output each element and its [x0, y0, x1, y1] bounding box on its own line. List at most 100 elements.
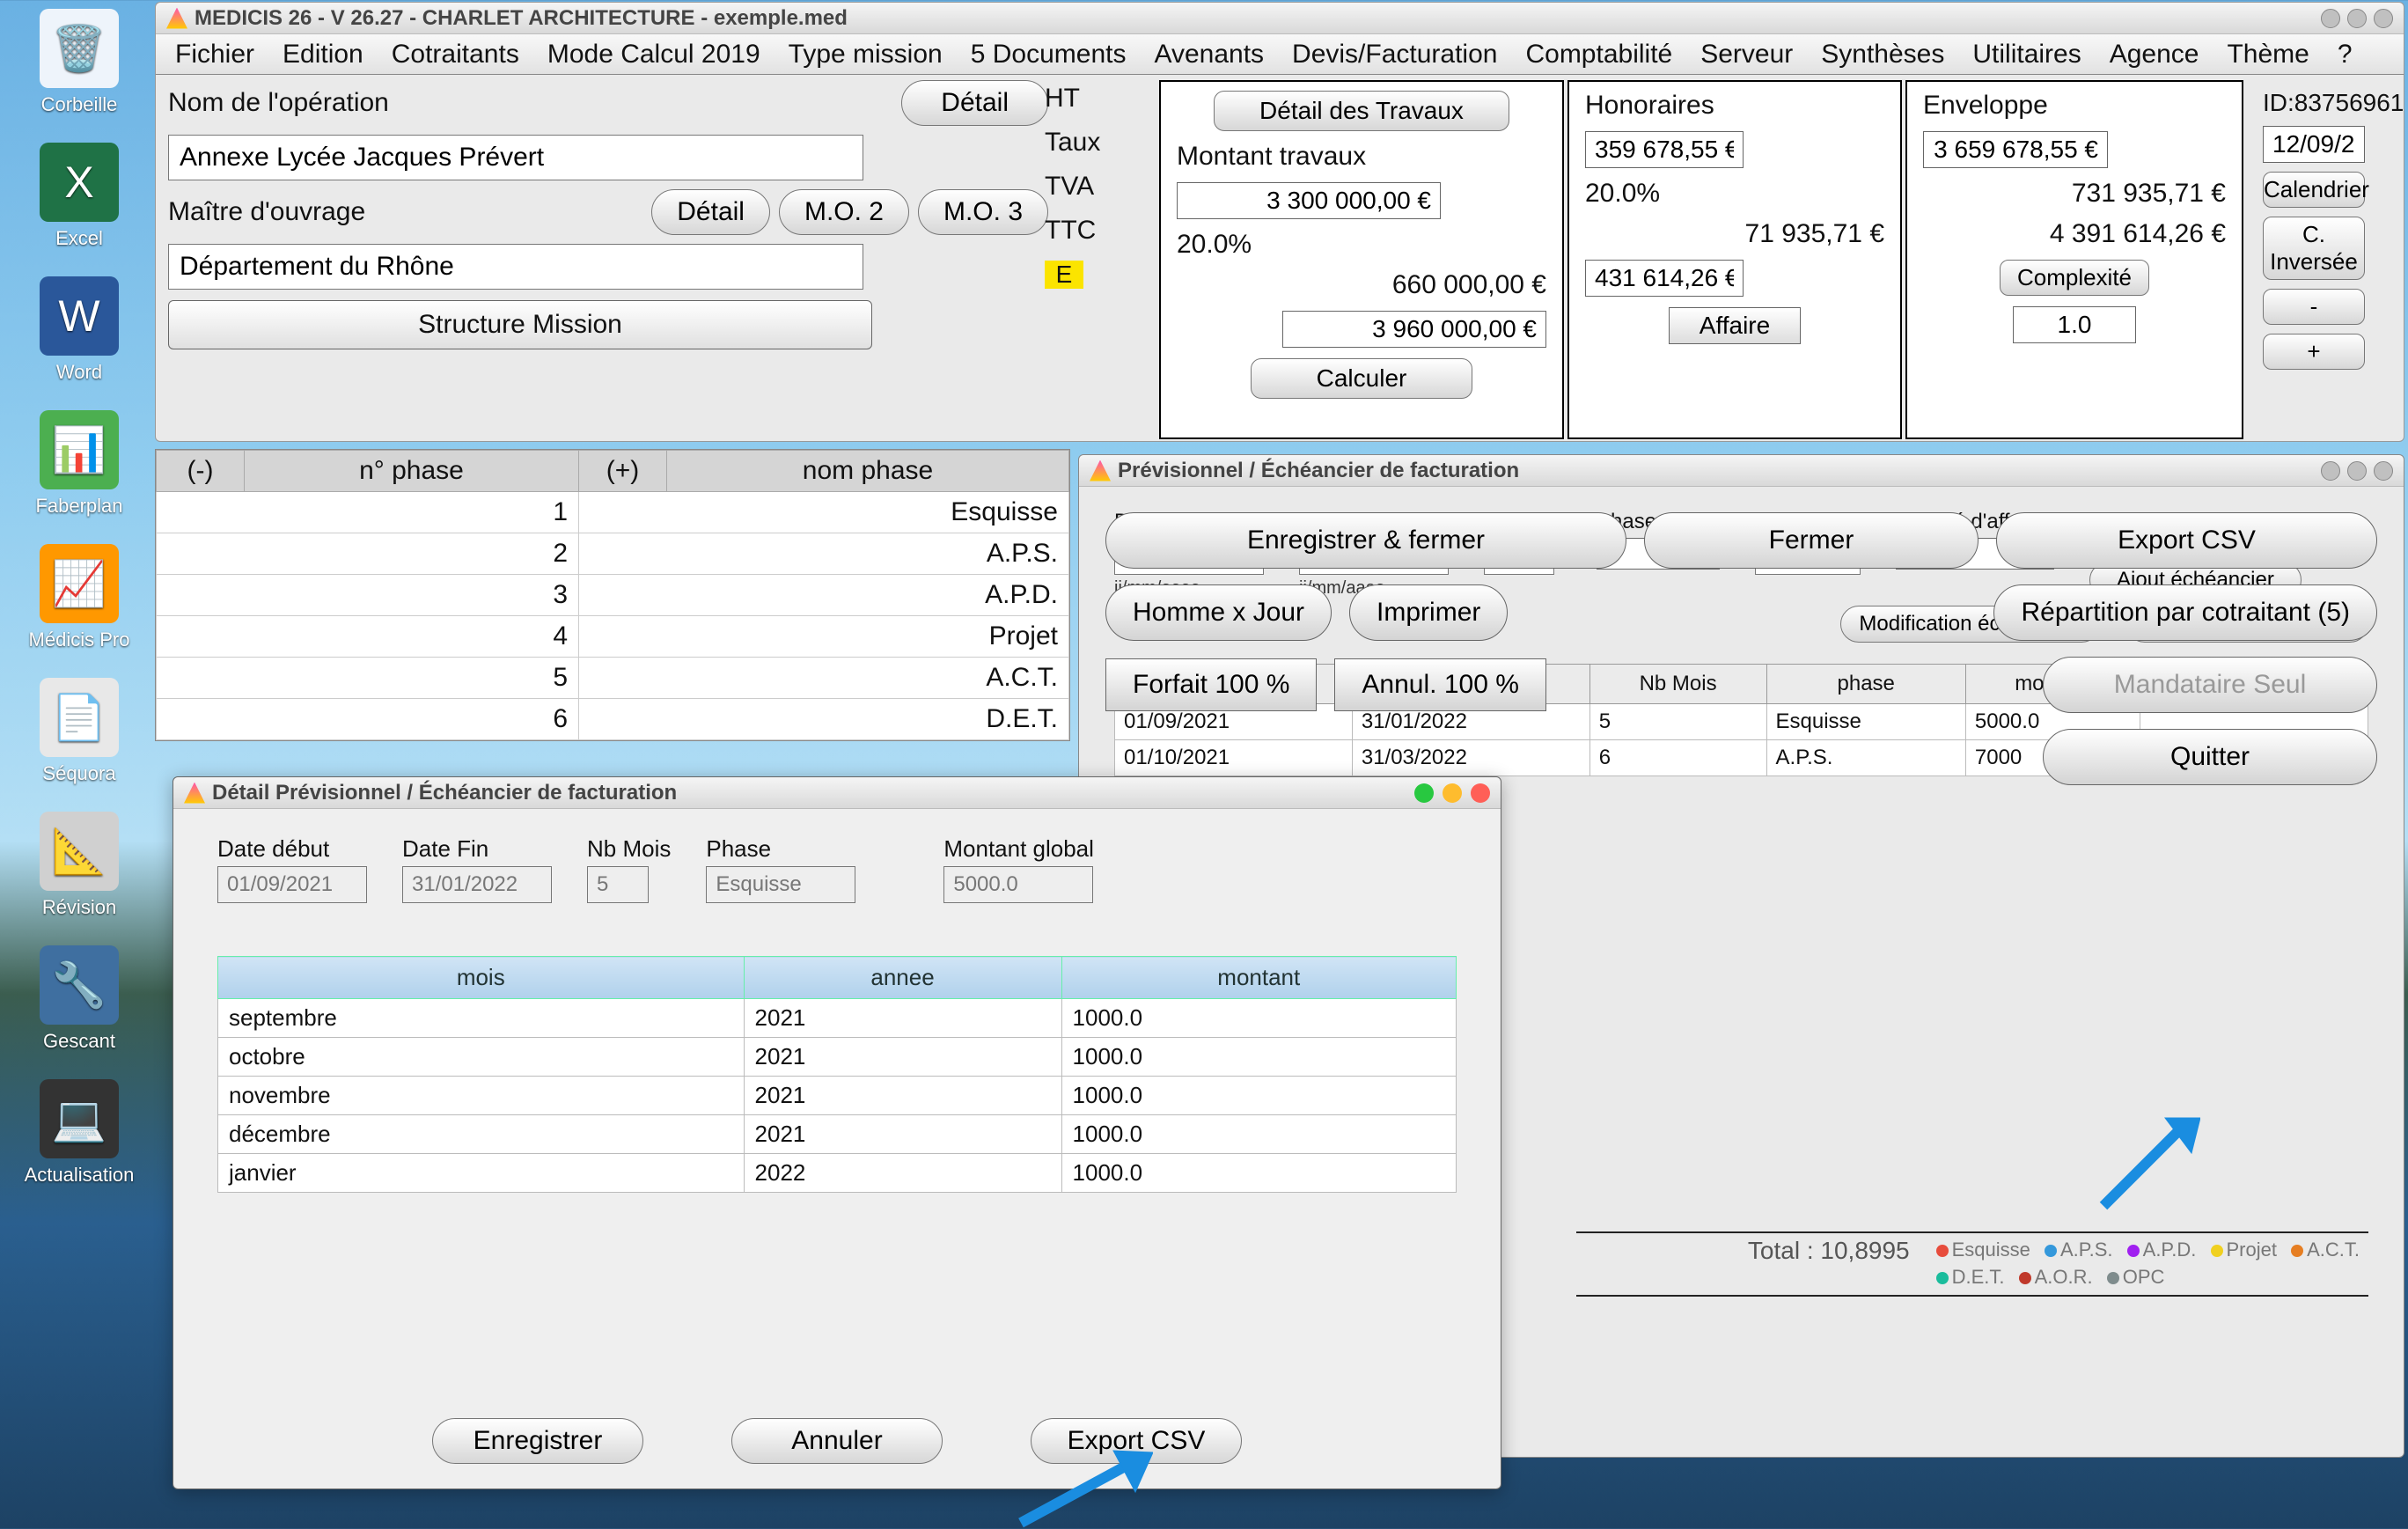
- main-window: MEDICIS 26 - V 26.27 - CHARLET ARCHITECT…: [155, 2, 2404, 442]
- fermer-button[interactable]: Fermer: [1644, 512, 1979, 569]
- c-inversee-button[interactable]: C. Inversée: [2263, 217, 2365, 280]
- detail-row[interactable]: janvier20221000.0: [218, 1154, 1457, 1193]
- maitre-detail-button[interactable]: Détail: [651, 189, 770, 235]
- close-button[interactable]: [1471, 783, 1490, 803]
- imprimer-button[interactable]: Imprimer: [1349, 584, 1508, 641]
- phase-row[interactable]: 2 A.P.S.: [157, 533, 1069, 575]
- phase-hdr-name: nom phase: [667, 451, 1069, 492]
- phase-row[interactable]: 1 Esquisse: [157, 492, 1069, 533]
- menu-item[interactable]: Agence: [2097, 36, 2212, 73]
- repartition-button[interactable]: Répartition par cotraitant (5): [1993, 584, 2377, 641]
- phase-row[interactable]: 3 A.P.D.: [157, 575, 1069, 616]
- menu-item[interactable]: Comptabilité: [1513, 36, 1685, 73]
- max-button[interactable]: [2347, 9, 2367, 28]
- quitter-button[interactable]: Quitter: [2043, 729, 2377, 785]
- complexite-value[interactable]: [2013, 306, 2136, 343]
- menu-item[interactable]: Thème: [2214, 36, 2321, 73]
- desktop-icon[interactable]: 🔧 Gescant: [9, 945, 150, 1053]
- max-button[interactable]: [2347, 461, 2367, 481]
- operation-input[interactable]: [168, 135, 863, 180]
- menu-item[interactable]: ?: [2325, 36, 2365, 73]
- operation-detail-button[interactable]: Détail: [901, 80, 1048, 126]
- detail-enregistrer-button[interactable]: Enregistrer: [432, 1418, 643, 1464]
- honoraires-v2: 71 935,71 €: [1585, 219, 1884, 249]
- detail-row[interactable]: septembre20211000.0: [218, 999, 1457, 1038]
- structure-mission-button[interactable]: Structure Mission: [168, 300, 872, 349]
- detail-row[interactable]: octobre20211000.0: [218, 1038, 1457, 1077]
- forfait-button[interactable]: Forfait 100 %: [1105, 658, 1317, 711]
- desktop-icon[interactable]: 💻 Actualisation: [9, 1079, 150, 1187]
- detail-export-csv-button[interactable]: Export CSV: [1031, 1418, 1242, 1464]
- menu-item[interactable]: Type mission: [776, 36, 955, 73]
- affaire-button[interactable]: Affaire: [1669, 307, 1801, 344]
- montant-travaux-input[interactable]: [1177, 182, 1441, 219]
- close-button[interactable]: [2374, 9, 2393, 28]
- zoom-button[interactable]: [1414, 783, 1434, 803]
- d-nbmois-label: Nb Mois: [587, 835, 671, 863]
- detail-header: mois: [218, 957, 745, 999]
- menu-item[interactable]: Serveur: [1688, 36, 1805, 73]
- d-fin-input: [402, 866, 552, 903]
- enveloppe-v3: 4 391 614,26 €: [1923, 219, 2226, 249]
- desktop-icon-label: Word: [9, 361, 150, 384]
- enveloppe-v1[interactable]: [1923, 131, 2108, 168]
- desktop-icon[interactable]: 📐 Révision: [9, 812, 150, 919]
- menu-item[interactable]: Cotraitants: [379, 36, 532, 73]
- menu-item[interactable]: Edition: [270, 36, 376, 73]
- export-csv-button[interactable]: Export CSV: [1996, 512, 2377, 569]
- desktop-icon[interactable]: X Excel: [9, 143, 150, 250]
- homme-jour-button[interactable]: Homme x Jour: [1105, 584, 1332, 641]
- desktop-icon[interactable]: 📈 Médicis Pro: [9, 544, 150, 651]
- menu-item[interactable]: Fichier: [163, 36, 267, 73]
- desktop-icon-label: Médicis Pro: [9, 629, 150, 651]
- plus-button[interactable]: +: [2263, 334, 2365, 370]
- detail-titlebar: Détail Prévisionnel / Échéancier de fact…: [173, 777, 1501, 809]
- calculer-button[interactable]: Calculer: [1251, 358, 1472, 399]
- desktop-icon[interactable]: 📊 Faberplan: [9, 410, 150, 518]
- close-button[interactable]: [2374, 461, 2393, 481]
- phase-table: (-) n° phase (+) nom phase 1 Esquisse 2 …: [155, 449, 1070, 741]
- minus-button[interactable]: -: [2263, 289, 2365, 325]
- d-phase-label: Phase: [706, 835, 855, 863]
- honoraires-box: Honoraires 20.0% 71 935,71 € Affaire: [1567, 80, 1902, 439]
- desktop-icon[interactable]: 🗑️ Corbeille: [9, 9, 150, 116]
- menu-item[interactable]: Avenants: [1142, 36, 1276, 73]
- detail-annuler-button[interactable]: Annuler: [731, 1418, 943, 1464]
- mandataire-seul-button[interactable]: Mandataire Seul: [2043, 657, 2377, 713]
- menu-item[interactable]: Synthèses: [1809, 36, 1956, 73]
- date-input[interactable]: [2263, 126, 2365, 163]
- min-button[interactable]: [2321, 461, 2340, 481]
- d-montant-label: Montant global: [943, 835, 1094, 863]
- min-button[interactable]: [2321, 9, 2340, 28]
- phase-row[interactable]: 5 A.C.T.: [157, 658, 1069, 699]
- phase-row[interactable]: 6 D.E.T.: [157, 699, 1069, 740]
- phase-row[interactable]: 4 Projet: [157, 616, 1069, 658]
- desktop-icon[interactable]: 📄 Séquora: [9, 678, 150, 785]
- annul-button[interactable]: Annul. 100 %: [1334, 658, 1545, 711]
- phase-hdr-plus[interactable]: (+): [579, 451, 667, 492]
- desktop-icon-label: Excel: [9, 227, 150, 250]
- detail-previsionnel-window: Détail Prévisionnel / Échéancier de fact…: [173, 776, 1501, 1489]
- phase-hdr-minus[interactable]: (-): [157, 451, 245, 492]
- mo3-button[interactable]: M.O. 3: [918, 189, 1048, 235]
- travaux-ttc-input[interactable]: [1282, 311, 1546, 348]
- calendrier-button[interactable]: Calendrier: [2263, 172, 2365, 208]
- travaux-tva: 660 000,00 €: [1177, 270, 1546, 300]
- min-button[interactable]: [1443, 783, 1462, 803]
- honoraires-v3[interactable]: [1585, 260, 1744, 297]
- complexite-button[interactable]: Complexité: [2000, 260, 2149, 296]
- detail-row[interactable]: novembre20211000.0: [218, 1077, 1457, 1115]
- enregistrer-fermer-button[interactable]: Enregistrer & fermer: [1105, 512, 1626, 569]
- maitre-input[interactable]: [168, 244, 863, 290]
- desktop-icon-label: Révision: [9, 896, 150, 919]
- detail-travaux-button[interactable]: Détail des Travaux: [1214, 91, 1509, 131]
- detail-row[interactable]: décembre20211000.0: [218, 1115, 1457, 1154]
- desktop-icon[interactable]: W Word: [9, 276, 150, 384]
- taux-label: Taux: [1045, 128, 1142, 158]
- menu-item[interactable]: Mode Calcul 2019: [535, 36, 773, 73]
- menu-item[interactable]: Utilitaires: [1960, 36, 2093, 73]
- mo2-button[interactable]: M.O. 2: [779, 189, 909, 235]
- menu-item[interactable]: Devis/Facturation: [1280, 36, 1509, 73]
- menu-item[interactable]: 5 Documents: [958, 36, 1139, 73]
- honoraires-v1[interactable]: [1585, 131, 1744, 168]
